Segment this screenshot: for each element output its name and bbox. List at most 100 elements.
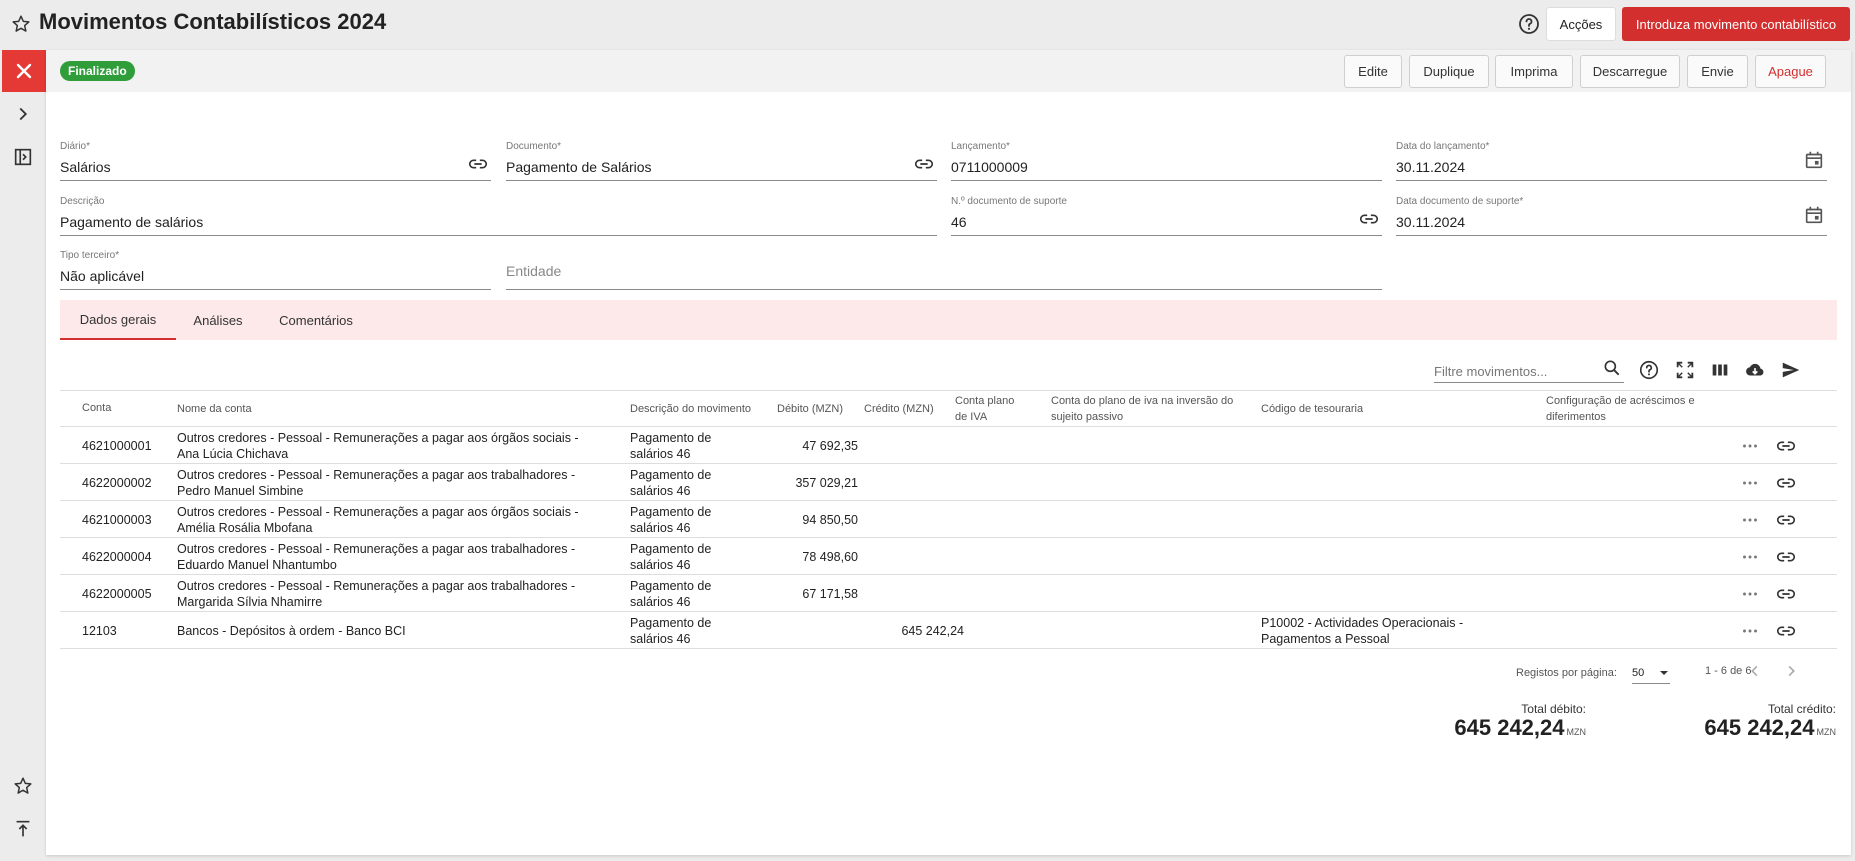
send-icon[interactable] [1780, 359, 1802, 381]
next-page-icon[interactable] [1780, 660, 1802, 682]
side-panel-icon[interactable] [12, 146, 34, 168]
link-icon[interactable] [1775, 620, 1797, 642]
link-icon[interactable] [1775, 435, 1797, 457]
cell-tesouraria: P10002 - Actividades Operacionais - Pagam… [1261, 616, 1464, 646]
delete-button[interactable]: Apague [1755, 55, 1826, 88]
link-icon[interactable] [1775, 509, 1797, 531]
cell-descricao: Pagamento de salários 46 [630, 431, 712, 461]
cell-conta: 4622000004 [82, 550, 152, 564]
cell-conta: 4622000005 [82, 587, 152, 601]
descricao-field[interactable]: Descrição Pagamento de salários [60, 194, 937, 236]
descricao-value: Pagamento de salários [60, 214, 204, 230]
tab-analises[interactable]: Análises [176, 300, 260, 340]
entidade-placeholder: Entidade [506, 263, 562, 279]
per-page-value: 50 [1632, 667, 1645, 679]
cell-descricao: Pagamento de salários 46 [630, 579, 712, 609]
more-horizontal-icon[interactable] [1739, 620, 1761, 642]
more-horizontal-icon[interactable] [1739, 509, 1761, 531]
total-credito: 645 242,24 MZN [1536, 715, 1836, 741]
table-row[interactable]: 4622000004 Outros credores - Pessoal - R… [60, 538, 1837, 575]
link-icon[interactable] [1358, 208, 1380, 230]
col-nome-conta[interactable]: Nome da conta [177, 401, 252, 417]
diario-value: Salários [60, 159, 111, 175]
cell-descricao: Pagamento de salários 46 [630, 468, 712, 498]
help-icon[interactable] [1638, 359, 1660, 381]
cell-nome: Outros credores - Pessoal - Remunerações… [177, 505, 579, 535]
send-button[interactable]: Envie [1687, 55, 1748, 88]
entidade-field[interactable]: Entidade [506, 248, 1382, 290]
col-config-line1: Configuração de acréscimos e [1546, 395, 1695, 407]
fullscreen-icon[interactable] [1674, 359, 1696, 381]
lancamento-field[interactable]: Lançamento* 0711000009 [951, 139, 1382, 181]
cell-nome: Bancos - Depósitos à ordem - Banco BCI [177, 624, 406, 638]
link-icon[interactable] [1775, 472, 1797, 494]
col-tesouraria[interactable]: Código de tesouraria [1261, 401, 1363, 417]
data-doc-suporte-field[interactable]: Data documento de suporte* 30.11.2024 [1396, 194, 1827, 236]
edit-button[interactable]: Edite [1344, 55, 1402, 88]
new-entry-button[interactable]: Introduza movimento contabilístico [1622, 7, 1850, 41]
col-conta[interactable]: Conta [82, 400, 111, 416]
print-button[interactable]: Imprima [1495, 55, 1573, 88]
duplicate-button[interactable]: Duplique [1409, 55, 1489, 88]
num-doc-suporte-label: N.º documento de suporte [951, 196, 1067, 207]
table-row[interactable]: 12103 Bancos - Depósitos à ordem - Banco… [60, 612, 1837, 649]
cell-debito: 78 498,60 [802, 550, 858, 564]
status-badge: Finalizado [60, 61, 135, 81]
more-horizontal-icon[interactable] [1739, 583, 1761, 605]
star-icon[interactable] [12, 775, 34, 797]
table-row[interactable]: 4622000002 Outros credores - Pessoal - R… [60, 464, 1837, 501]
tab-dados-gerais[interactable]: Dados gerais [60, 300, 176, 340]
tab-comentarios[interactable]: Comentários [260, 300, 372, 340]
scroll-top-icon[interactable] [12, 818, 34, 840]
link-icon[interactable] [913, 153, 935, 175]
search-icon[interactable] [1602, 358, 1622, 378]
close-button[interactable] [2, 50, 46, 92]
help-icon[interactable] [1517, 12, 1541, 36]
cell-conta: 4621000001 [82, 439, 152, 453]
cell-conta: 4622000002 [82, 476, 152, 490]
calendar-icon[interactable] [1803, 204, 1825, 226]
diario-field[interactable]: Diário* Salários [60, 139, 491, 181]
link-icon[interactable] [467, 153, 489, 175]
col-credito[interactable]: Crédito (MZN) [864, 401, 934, 417]
col-config[interactable]: Configuração de acréscimos e diferimento… [1546, 393, 1695, 425]
columns-icon[interactable] [1709, 359, 1731, 381]
data-lancamento-value: 30.11.2024 [1396, 159, 1466, 175]
col-descricao[interactable]: Descrição do movimento [630, 401, 751, 417]
col-plano-iva[interactable]: Conta plano de IVA [955, 393, 1014, 425]
table-row[interactable]: 4621000001 Outros credores - Pessoal - R… [60, 427, 1837, 464]
table-header: Conta Nome da conta Descrição do movimen… [60, 390, 1837, 427]
filter-input[interactable]: Filtre movimentos... [1434, 356, 1624, 383]
previous-page-icon[interactable] [1744, 660, 1766, 682]
col-plano-iva-line1: Conta plano [955, 395, 1015, 407]
link-icon[interactable] [1775, 583, 1797, 605]
col-inversao[interactable]: Conta do plano de iva na inversão do suj… [1051, 393, 1233, 425]
table-row[interactable]: 4621000003 Outros credores - Pessoal - R… [60, 501, 1837, 538]
actions-button[interactable]: Acções [1546, 7, 1616, 41]
documento-field[interactable]: Documento* Pagamento de Salários [506, 139, 937, 181]
cloud-download-icon[interactable] [1744, 359, 1766, 381]
num-doc-suporte-field[interactable]: N.º documento de suporte 46 [951, 194, 1382, 236]
pagination-label: Registos por página: [1516, 667, 1617, 679]
tipo-terceiro-value: Não aplicável [60, 268, 145, 284]
download-button[interactable]: Descarregue [1580, 55, 1680, 88]
per-page-select[interactable]: 50 [1632, 662, 1670, 684]
chevron-right-icon[interactable] [12, 103, 34, 125]
cell-nome: Outros credores - Pessoal - Remunerações… [177, 431, 579, 461]
cell-conta: 12103 [82, 624, 117, 638]
favorite-star-icon[interactable] [10, 13, 32, 35]
cell-conta: 4621000003 [82, 513, 152, 527]
calendar-icon[interactable] [1803, 149, 1825, 171]
data-lancamento-field[interactable]: Data do lançamento* 30.11.2024 [1396, 139, 1827, 181]
link-icon[interactable] [1775, 546, 1797, 568]
more-horizontal-icon[interactable] [1739, 435, 1761, 457]
cell-credito: 645 242,24 [901, 624, 964, 638]
more-horizontal-icon[interactable] [1739, 546, 1761, 568]
cell-nome: Outros credores - Pessoal - Remunerações… [177, 542, 576, 572]
table-row[interactable]: 4622000005 Outros credores - Pessoal - R… [60, 575, 1837, 612]
more-horizontal-icon[interactable] [1739, 472, 1761, 494]
tipo-terceiro-field[interactable]: Tipo terceiro* Não aplicável [60, 248, 491, 290]
col-debito[interactable]: Débito (MZN) [777, 401, 843, 417]
cell-descricao: Pagamento de salários 46 [630, 542, 712, 572]
cell-descricao: Pagamento de salários 46 [630, 616, 712, 646]
